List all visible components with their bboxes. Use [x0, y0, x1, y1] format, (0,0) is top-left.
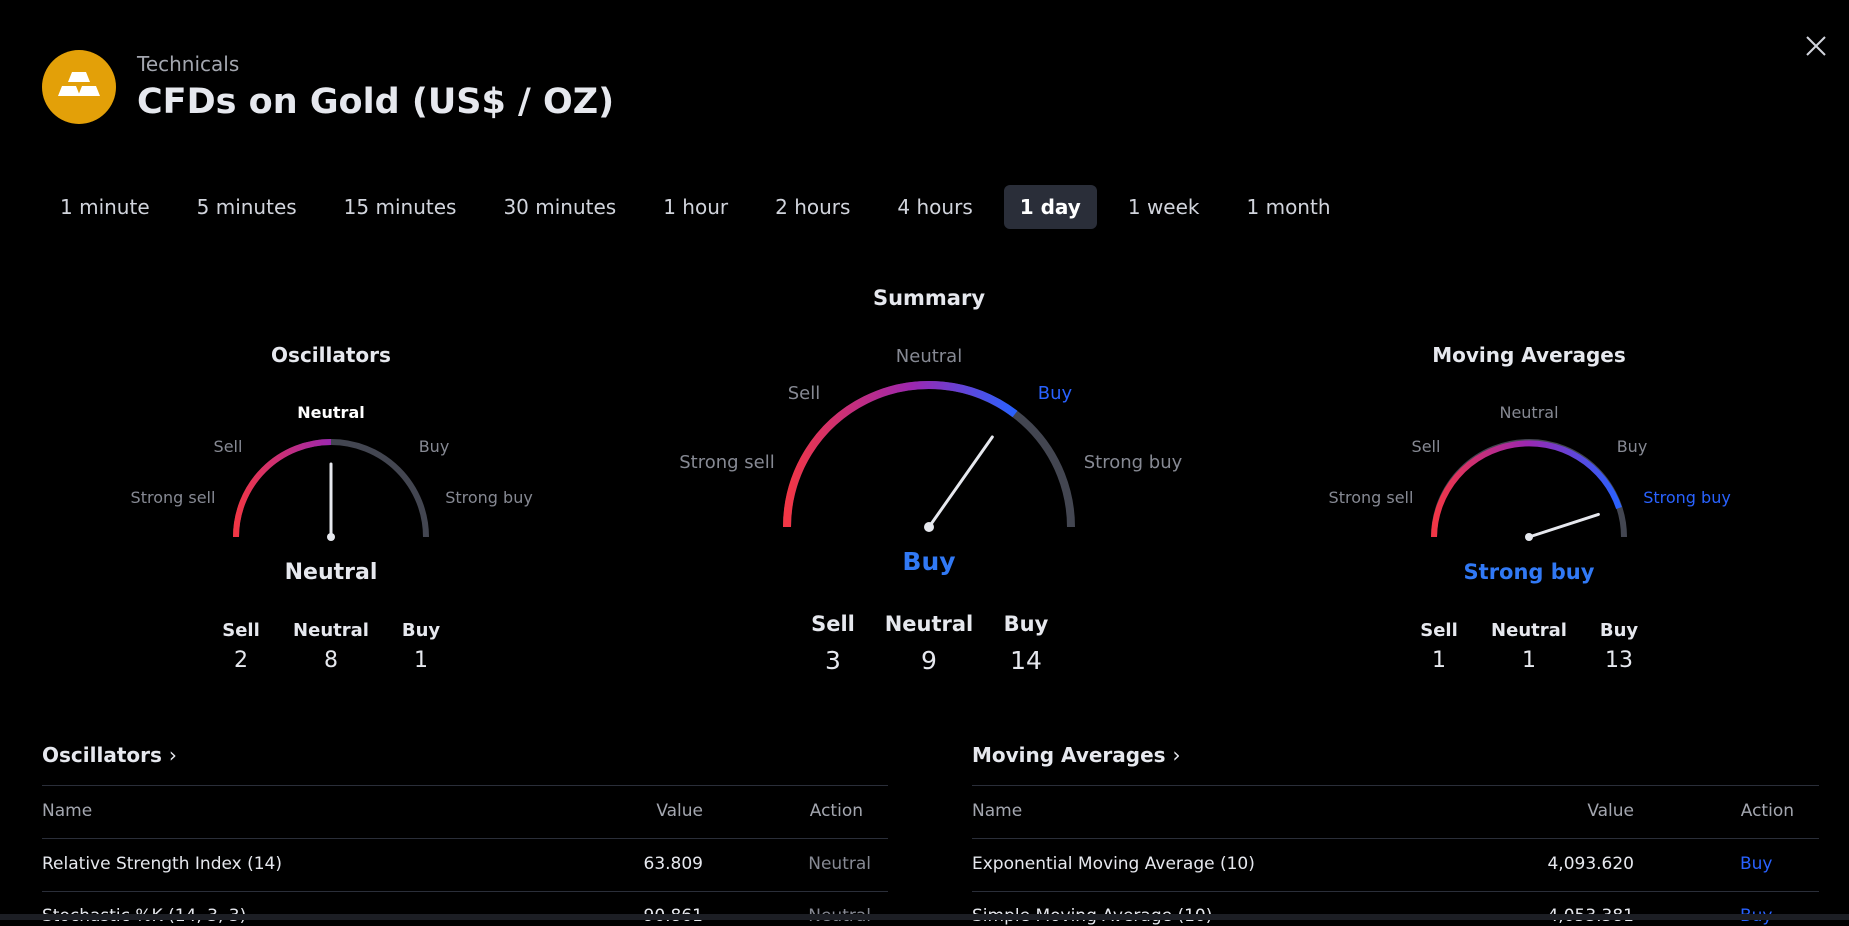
oscillators-count-buy-label: Buy [401, 620, 441, 641]
oscillators-header-action: Action [809, 801, 863, 821]
tab-4-hours[interactable]: 4 hours [881, 185, 988, 229]
ma-gauge-title: Moving Averages [1432, 343, 1626, 367]
tab-1-hour[interactable]: 1 hour [647, 185, 744, 229]
tab-5-minutes[interactable]: 5 minutes [181, 185, 313, 229]
ma-header-value: Value [1587, 801, 1634, 821]
ma-row-name: Exponential Moving Average (10) [972, 854, 1255, 874]
page-title: CFDs on Gold (US$ / OZ) [137, 82, 615, 122]
oscillators-row-action: Neutral [808, 854, 871, 874]
oscillators-count-sell-label: Sell [222, 620, 260, 641]
ma-label-strong-buy: Strong buy [1643, 488, 1731, 507]
horizontal-scrollbar[interactable] [0, 914, 1849, 920]
oscillators-row-name: Relative Strength Index (14) [42, 854, 283, 874]
ma-table-title: Moving Averages [972, 743, 1166, 767]
oscillators-count-sell: 2 [234, 648, 248, 673]
summary-label-neutral: Neutral [895, 346, 963, 367]
summary-label-strong-buy: Strong buy [1083, 452, 1183, 473]
oscillators-gauge-title: Oscillators [271, 343, 391, 367]
ma-count-neutral: 1 [1522, 648, 1536, 673]
oscillators-label-strong-sell: Strong sell [130, 488, 216, 507]
ma-row-action: Buy [1740, 854, 1773, 874]
summary-count-sell: 3 [825, 646, 841, 675]
timeframe-tabs: 1 minute 5 minutes 15 minutes 30 minutes… [44, 185, 1362, 229]
oscillators-header-name: Name [42, 801, 93, 821]
ma-header-action: Action [1740, 801, 1794, 821]
tab-1-week[interactable]: 1 week [1112, 185, 1216, 229]
oscillators-label-neutral: Neutral [297, 403, 365, 422]
oscillators-table-title: Oscillators [42, 743, 162, 767]
chevron-right-icon: › [168, 743, 177, 767]
gold-logo [42, 50, 116, 124]
ma-result: Strong buy [1463, 560, 1595, 584]
oscillators-count-neutral-label: Neutral [293, 620, 369, 641]
tab-1-month[interactable]: 1 month [1231, 185, 1347, 229]
chevron-right-icon: › [1172, 743, 1181, 767]
ma-count-sell-label: Sell [1420, 620, 1458, 641]
summary-gauge [783, 381, 1075, 532]
summary-count-neutral-label: Neutral [884, 612, 974, 636]
summary-label-strong-sell: Strong sell [679, 452, 775, 473]
oscillators-gauge-pivot [327, 533, 335, 541]
oscillators-table-divider-top [42, 785, 888, 786]
summary-gauge-title: Summary [872, 286, 986, 310]
oscillators-table-divider-row [42, 891, 888, 892]
page-subtitle: Technicals [137, 52, 240, 76]
oscillators-label-strong-buy: Strong buy [445, 488, 533, 507]
ma-label-strong-sell: Strong sell [1328, 488, 1414, 507]
ma-gauge-track [1431, 439, 1627, 538]
oscillators-header-value: Value [656, 801, 703, 821]
ma-gauge [1431, 439, 1627, 541]
summary-gauge-track [783, 381, 1075, 528]
ma-row-value: 4,093.620 [1547, 854, 1634, 874]
ma-table-divider-top [972, 785, 1819, 786]
ma-count-buy: 13 [1605, 648, 1633, 673]
ma-gauge-fill [1431, 440, 1622, 538]
summary-gauge-fill [783, 381, 1018, 528]
oscillators-table-link[interactable]: Oscillators › [42, 743, 177, 767]
ma-count-buy-label: Buy [1599, 620, 1639, 641]
ma-gauge-pivot [1525, 533, 1533, 541]
oscillators-gauge-fill [233, 439, 332, 538]
tab-2-hours[interactable]: 2 hours [759, 185, 866, 229]
oscillators-row-value: 63.809 [643, 854, 703, 874]
close-button[interactable] [1800, 30, 1832, 62]
summary-result: Buy [902, 547, 956, 576]
ma-table-divider-header [972, 838, 1819, 839]
summary-count-neutral: 9 [921, 646, 937, 675]
ma-header-name: Name [972, 801, 1023, 821]
ma-table-link[interactable]: Moving Averages › [972, 743, 1181, 767]
oscillators-count-neutral: 8 [324, 648, 338, 673]
oscillators-gauge [233, 439, 429, 541]
oscillators-count-buy: 1 [414, 648, 428, 673]
ma-count-sell: 1 [1432, 648, 1446, 673]
ma-count-neutral-label: Neutral [1491, 620, 1567, 641]
close-icon [1806, 36, 1826, 56]
tab-1-day[interactable]: 1 day [1003, 185, 1097, 229]
ma-table-divider-row [972, 891, 1819, 892]
ma-label-neutral: Neutral [1499, 403, 1559, 422]
ma-gauge-needle [1527, 512, 1600, 539]
oscillators-table-divider-header [42, 838, 888, 839]
tab-1-minute[interactable]: 1 minute [44, 185, 166, 229]
summary-count-buy-label: Buy [1003, 612, 1049, 636]
summary-count-buy: 14 [1010, 646, 1042, 675]
tab-30-minutes[interactable]: 30 minutes [487, 185, 632, 229]
gold-bars-icon [58, 72, 100, 96]
summary-gauge-needle [927, 435, 994, 529]
summary-gauge-pivot [924, 522, 934, 532]
tab-15-minutes[interactable]: 15 minutes [328, 185, 473, 229]
oscillators-result: Neutral [284, 560, 378, 585]
summary-count-sell-label: Sell [811, 612, 855, 636]
